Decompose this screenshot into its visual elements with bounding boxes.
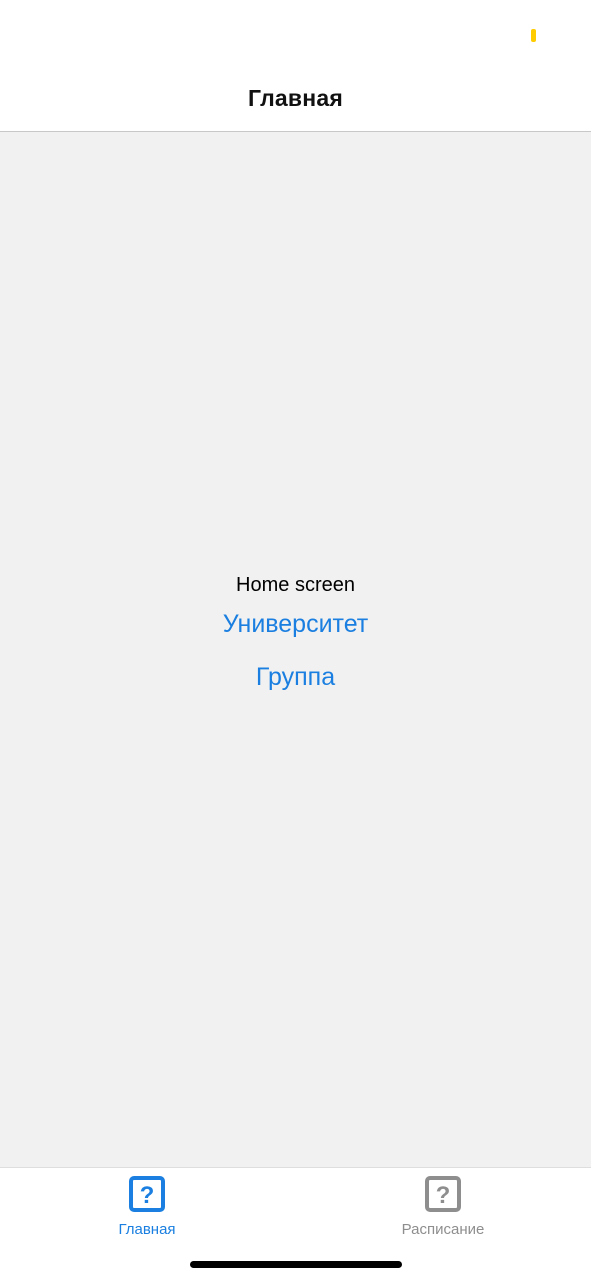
- home-screen-text: Home screen: [236, 574, 355, 596]
- question-box-icon: ?: [425, 1176, 461, 1212]
- question-box-icon: ?: [129, 1176, 165, 1212]
- home-center-block: Home screen Университет Группа: [0, 572, 591, 693]
- svg-text:?: ?: [140, 1182, 155, 1209]
- tab-schedule-label: Расписание: [401, 1221, 485, 1238]
- home-indicator-bar: [190, 1261, 402, 1268]
- page-title: Главная: [248, 85, 343, 111]
- navigation-header: Главная: [0, 66, 591, 132]
- svg-text:?: ?: [436, 1182, 451, 1209]
- status-bar: [0, 0, 591, 66]
- app-screen: Главная Home screen Университет Группа ?…: [0, 0, 591, 1280]
- main-content: Home screen Университет Группа: [0, 132, 591, 1167]
- university-button[interactable]: Университет: [223, 608, 369, 640]
- tab-home[interactable]: ? Главная: [67, 1176, 227, 1239]
- tab-home-label: Главная: [118, 1221, 176, 1238]
- status-indicator: [531, 29, 536, 42]
- group-button[interactable]: Группа: [256, 661, 335, 693]
- tab-schedule[interactable]: ? Расписание: [363, 1176, 523, 1239]
